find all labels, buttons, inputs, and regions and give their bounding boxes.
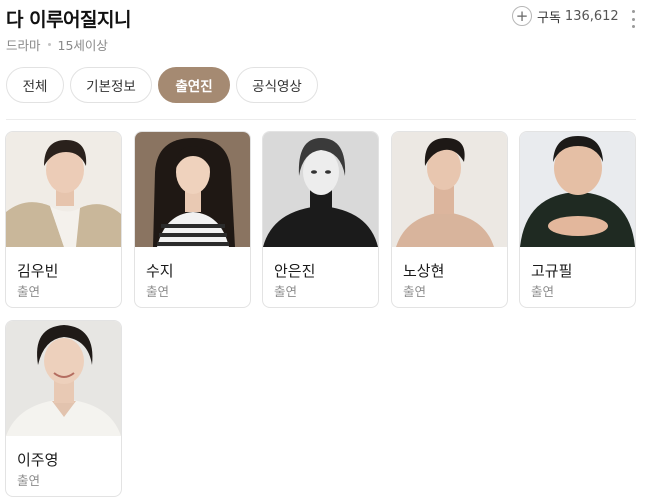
age-rating-label: 15세이상 — [57, 38, 108, 53]
portrait-photo — [6, 321, 121, 436]
subscribe-label: 구독 — [537, 10, 561, 26]
tab-basic-info[interactable]: 기본정보 — [70, 67, 152, 103]
cast-role: 출연 — [17, 473, 41, 488]
tab-official-video[interactable]: 공식영상 — [236, 67, 318, 103]
cast-card[interactable]: 수지 출연 — [134, 131, 251, 308]
plus-icon: + — [512, 6, 532, 26]
cast-panel: 다 이루어질지니 드라마 15세이상 + 구독 136,612 전체 기본정보 … — [0, 0, 646, 504]
program-meta: 드라마 15세이상 — [6, 35, 108, 54]
portrait-photo — [520, 132, 635, 247]
cast-role: 출연 — [403, 284, 427, 299]
cast-card[interactable]: 고규필 출연 — [519, 131, 636, 308]
cast-name: 이주영 — [17, 451, 59, 469]
subscriber-count: 136,612 — [564, 8, 619, 24]
genre-label: 드라마 — [6, 38, 41, 53]
cast-name: 안은진 — [274, 262, 316, 280]
page-title: 다 이루어질지니 — [6, 9, 131, 31]
cast-name: 노상현 — [403, 262, 445, 280]
cast-role: 출연 — [531, 284, 555, 299]
cast-card[interactable]: 노상현 출연 — [391, 131, 508, 308]
cast-name: 김우빈 — [17, 262, 59, 280]
separator-dot — [47, 43, 51, 46]
portrait-photo — [6, 132, 121, 247]
cast-name: 수지 — [146, 262, 174, 280]
subscribe-button[interactable]: + 구독 136,612 — [512, 5, 619, 27]
cast-card[interactable]: 안은진 출연 — [262, 131, 379, 308]
cast-role: 출연 — [146, 284, 170, 299]
tab-cast[interactable]: 출연진 — [158, 67, 230, 103]
divider — [6, 119, 636, 120]
portrait-photo — [135, 132, 250, 247]
cast-role: 출연 — [274, 284, 298, 299]
portrait-photo — [263, 132, 378, 247]
tab-bar: 전체 기본정보 출연진 공식영상 — [6, 67, 318, 103]
cast-card[interactable]: 김우빈 출연 — [5, 131, 122, 308]
tab-all[interactable]: 전체 — [6, 67, 64, 103]
portrait-photo — [392, 132, 507, 247]
cast-role: 출연 — [17, 284, 41, 299]
cast-card[interactable]: 이주영 출연 — [5, 320, 122, 497]
cast-name: 고규필 — [531, 262, 573, 280]
more-options-icon[interactable] — [630, 10, 636, 28]
